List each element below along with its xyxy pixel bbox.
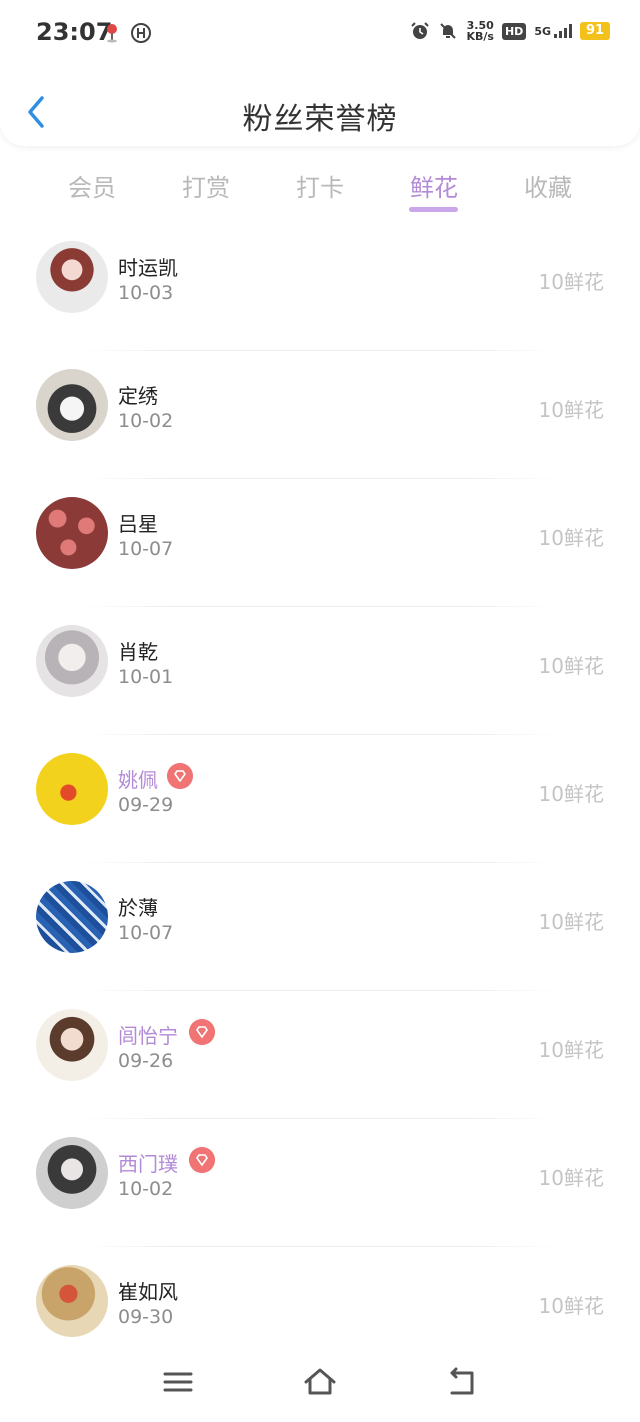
tab-tip[interactable]: 打赏 [156,168,256,203]
fan-name[interactable]: 崔如风 [118,1276,178,1305]
fan-name[interactable]: 姚佩 [118,764,158,793]
fan-date: 09-29 [118,794,174,816]
location-pin-icon [107,24,117,43]
avatar[interactable] [36,369,108,441]
divider [80,606,560,607]
menu-icon[interactable] [160,1366,196,1398]
divider [80,1118,560,1119]
tab-membership[interactable]: 会员 [42,168,142,203]
fan-amount: 10鲜花 [538,1038,604,1062]
page-title: 粉丝荣誉榜 [242,102,398,137]
home-icon[interactable] [302,1366,338,1398]
avatar[interactable] [36,753,108,825]
network-speed: 3.50 KB/s [466,19,494,43]
diamond-vip-icon [189,1019,215,1045]
mute-bell-icon [440,23,457,39]
fan-date: 10-03 [118,282,174,304]
divider [80,862,560,863]
active-tab-indicator [409,207,458,212]
fan-name[interactable]: 闾怡宁 [118,1020,178,1049]
header-card: 23:07 3.50 KB/s HD 5G 91 粉丝荣誉榜 [0,0,640,146]
status-time: 23:07 [36,18,113,46]
avatar[interactable] [36,625,108,697]
status-bar: 23:07 3.50 KB/s HD 5G 91 [0,0,640,64]
avatar[interactable] [36,241,108,313]
fan-date: 09-26 [118,1050,174,1072]
fan-date: 10-07 [118,922,174,944]
fan-amount: 10鲜花 [538,910,604,934]
list-item[interactable]: 吕星 10-07 10鲜花 [0,478,640,606]
hd-badge: HD [501,22,527,40]
fan-date: 09-30 [118,1306,174,1328]
fan-name[interactable]: 定绣 [118,380,158,409]
fan-name[interactable]: 西门璞 [118,1148,178,1177]
tab-bar: 会员 打赏 打卡 鲜花 收藏 [0,160,640,220]
avatar[interactable] [36,1009,108,1081]
divider [80,990,560,991]
fan-list: 时运凯 10-03 10鲜花 定绣 10-02 10鲜花 吕星 10-07 10… [0,222,640,1374]
list-item[interactable]: 西门璞 10-02 10鲜花 [0,1118,640,1246]
fan-amount: 10鲜花 [538,526,604,550]
page-header: 粉丝荣誉榜 [0,80,640,144]
avatar[interactable] [36,1137,108,1209]
divider [80,734,560,735]
battery-indicator: 91 [580,22,610,40]
fan-amount: 10鲜花 [538,1166,604,1190]
back-icon[interactable] [444,1366,480,1398]
signal-bars-icon [554,24,572,38]
avatar[interactable] [36,1265,108,1337]
fan-date: 10-07 [118,538,174,560]
tab-checkin[interactable]: 打卡 [270,168,370,203]
fan-amount: 10鲜花 [538,654,604,678]
list-item[interactable]: 於薄 10-07 10鲜花 [0,862,640,990]
status-left-icons [104,22,152,44]
alarm-icon [411,22,430,39]
tab-favorites[interactable]: 收藏 [498,168,598,203]
list-item[interactable]: 时运凯 10-03 10鲜花 [0,222,640,350]
fan-name[interactable]: 时运凯 [118,252,178,281]
avatar[interactable] [36,881,108,953]
divider [80,478,560,479]
list-item[interactable]: 肖乾 10-01 10鲜花 [0,606,640,734]
fan-amount: 10鲜花 [538,398,604,422]
fan-name[interactable]: 肖乾 [118,636,158,665]
status-right-icons: 3.50 KB/s HD 5G 91 [410,20,610,42]
app-notification-icon [131,23,151,43]
list-item[interactable]: 闾怡宁 09-26 10鲜花 [0,990,640,1118]
list-item[interactable]: 定绣 10-02 10鲜花 [0,350,640,478]
list-item[interactable]: 姚佩 09-29 10鲜花 [0,734,640,862]
diamond-vip-icon [167,763,193,789]
fan-name[interactable]: 吕星 [118,508,158,537]
signal-indicator: 5G [534,24,572,38]
fan-date: 10-02 [118,1178,174,1200]
divider [80,350,560,351]
fan-amount: 10鲜花 [538,782,604,806]
diamond-vip-icon [189,1147,215,1173]
fan-date: 10-01 [118,666,174,688]
avatar[interactable] [36,497,108,569]
divider [80,1246,560,1247]
system-navbar [0,1356,640,1416]
network-type: 5G [534,25,551,38]
fan-date: 10-02 [118,410,174,432]
fan-amount: 10鲜花 [538,1294,604,1318]
fan-name[interactable]: 於薄 [118,892,158,921]
list-item[interactable]: 崔如风 09-30 10鲜花 [0,1246,640,1374]
screen: 23:07 3.50 KB/s HD 5G 91 粉丝荣誉榜 会员 打赏 打卡 … [0,0,640,1422]
fan-amount: 10鲜花 [538,270,604,294]
tab-flowers[interactable]: 鲜花 [384,168,484,203]
